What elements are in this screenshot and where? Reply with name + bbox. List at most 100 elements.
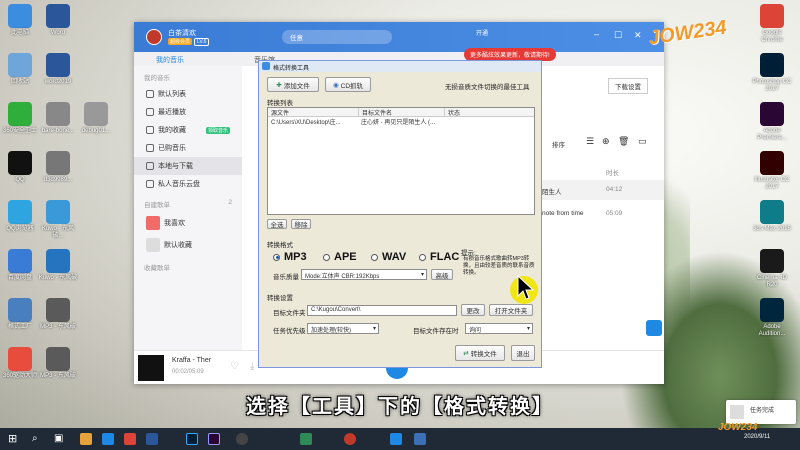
desktop-icon[interactable]: 回收站 — [0, 53, 40, 86]
convert-file-button[interactable]: ⇄ 转换文件 — [455, 345, 505, 361]
sidebar-item-default-list[interactable]: 默认列表 — [134, 85, 242, 103]
sidebar-item-purchased[interactable]: 已购音乐 — [134, 139, 242, 157]
advanced-button[interactable]: 高级 — [431, 269, 453, 280]
desktop-icon[interactable]: bare-bone... — [38, 102, 78, 135]
taskbar: ⊞ ⌕ ▣ 2020/9/11 — [0, 428, 800, 450]
desktop-icon[interactable]: 360驱动大师 — [0, 347, 40, 380]
format-factory-icon[interactable] — [414, 433, 426, 445]
desktop-icon[interactable]: 3ds Max 2015 — [752, 200, 792, 233]
minimize-icon[interactable]: – — [594, 29, 599, 39]
record-icon[interactable] — [344, 433, 356, 445]
search-icon[interactable]: ⌕ — [32, 433, 38, 444]
notification-icon — [730, 405, 744, 419]
premiere-icon[interactable] — [208, 433, 220, 445]
desktop-icon[interactable]: MP3 - 东风破 — [38, 347, 78, 380]
desktop-icon-label: Cinema 4D R20 — [756, 275, 787, 288]
desktop-icon[interactable]: Photoshop CC 2017 — [752, 53, 792, 93]
app-icon[interactable] — [300, 433, 312, 445]
favorites-badge[interactable]: 领取音乐 — [205, 126, 230, 134]
cd-rip-button[interactable]: ◉ CD抓轨 — [325, 77, 371, 92]
format-option-flac[interactable]: FLAC — [419, 251, 459, 263]
kugou-icon[interactable] — [390, 433, 402, 445]
desktop-icon[interactable]: word2019 — [38, 53, 78, 86]
desktop-icon[interactable]: Google Chrome — [752, 4, 792, 44]
desktop-icon[interactable]: 百度网盘 — [0, 249, 40, 282]
convert-list-table[interactable]: 源文件 目标文件名 状态 C:\Users\XU\Desktop\庄... 庄心… — [267, 107, 535, 215]
download-icon[interactable]: ⤓ — [250, 361, 254, 372]
desktop-icon-label: MP3 - 东风破 — [40, 324, 76, 330]
close-icon[interactable]: ✕ — [634, 30, 642, 41]
desktop-icon[interactable]: 360安全卫士 — [0, 102, 40, 135]
like-icon[interactable]: ♡ — [230, 361, 239, 372]
select-all-button[interactable]: 全选 — [267, 219, 287, 229]
add-icon[interactable]: ⊕ — [602, 136, 610, 147]
change-folder-button[interactable]: 更改 — [461, 304, 485, 316]
sidebar-item-favorites[interactable]: 我的收藏 领取音乐 — [134, 121, 242, 139]
avatar[interactable] — [146, 29, 162, 45]
tab-my-music[interactable]: 我的音乐 — [156, 55, 184, 65]
start-icon[interactable]: ⊞ — [8, 432, 17, 445]
quality-select[interactable]: Mode:立体声 CBR:192Kbps ▾ — [301, 269, 427, 280]
format-option-wav[interactable]: WAV — [371, 251, 406, 263]
desktop-icon[interactable]: Illustrator CC 2017 — [752, 151, 792, 191]
album-cover[interactable] — [138, 355, 164, 381]
sidebar-item-cloud[interactable]: 私人音乐云盘 — [134, 175, 242, 193]
app-icon — [760, 53, 784, 77]
cinema4d-icon[interactable] — [236, 433, 248, 445]
desktop-icon[interactable]: debug01... — [76, 102, 116, 135]
sidebar-item-recent[interactable]: 最近播放 — [134, 103, 242, 121]
task-view-icon[interactable]: ▣ — [54, 433, 63, 444]
desktop-icon[interactable]: QQ浏览器 — [0, 200, 40, 233]
app-icon — [46, 151, 70, 175]
desktop-icon[interactable]: 格式工厂 — [0, 298, 40, 331]
target-folder-input[interactable]: C:\Kugou\Convert\ — [307, 305, 457, 316]
chrome-icon[interactable] — [124, 433, 136, 445]
user-name[interactable]: 白茶清欢 — [168, 28, 196, 38]
search-input[interactable]: 任意 — [282, 30, 392, 44]
explorer-icon[interactable] — [80, 433, 92, 445]
add-file-button[interactable]: ✚ 添加文件 — [267, 77, 319, 92]
maximize-icon[interactable]: ☐ — [614, 30, 622, 41]
sidebar-item-default-collect[interactable]: 默认收藏 — [134, 234, 242, 256]
remove-button[interactable]: 移除 — [291, 219, 311, 229]
delete-icon[interactable]: 🗑 — [618, 136, 629, 147]
desktop-icon-label: 360安全卫士 — [2, 128, 37, 134]
desktop-icon[interactable]: Adobe Audition... — [752, 298, 792, 338]
table-row[interactable]: C:\Users\XU\Desktop\庄... 庄心妍 - 再见只是陌生人 (… — [268, 117, 534, 126]
file-exists-select[interactable]: 询问 ▾ — [465, 323, 533, 334]
column-target: 目标文件名 — [358, 108, 444, 117]
notification-popup[interactable]: 任务完成 — [726, 400, 796, 424]
desktop-icon[interactable]: Kuwo - 东风破 — [38, 249, 78, 282]
desktop-icon[interactable]: Kuwo - 东风破... — [38, 200, 78, 240]
priority-select[interactable]: 加速处理(较快) ▾ — [307, 323, 379, 334]
mini-mode-button[interactable] — [646, 320, 662, 336]
desktop-icon[interactable]: Cinema 4D R20 — [752, 249, 792, 289]
format-option-mp3[interactable]: MP3 — [273, 251, 307, 263]
song-row[interactable]: note from time 05:09 — [542, 204, 664, 224]
sort-dropdown[interactable]: 排序 — [552, 139, 565, 149]
desktop-icon-label: Illustrator CC 2017 — [754, 177, 790, 190]
desktop-icon[interactable]: d3d9989... — [38, 151, 78, 184]
sidebar-item-local-download[interactable]: 本地与下载 — [134, 157, 242, 175]
taskbar-date[interactable]: 2020/9/11 — [744, 434, 770, 440]
folder-icon[interactable]: ▭ — [638, 136, 647, 147]
list-view-icon[interactable]: ☰ — [586, 136, 594, 147]
edge-icon[interactable] — [102, 433, 114, 445]
sidebar-item-i-like[interactable]: 我喜欢 — [134, 212, 242, 234]
desktop-icon[interactable]: MP3 - 东风破 — [38, 298, 78, 331]
desktop-icon[interactable]: Word — [38, 4, 78, 37]
download-settings-button[interactable]: 下载设置 — [608, 78, 648, 94]
sidebar: 我的音乐 默认列表 最近播放 我的收藏 领取音乐 已购音乐 本地与下载 私人音乐云… — [134, 66, 242, 382]
desktop-icon-label: 3ds Max 2015 — [753, 226, 791, 232]
word-icon[interactable] — [146, 433, 158, 445]
desktop-icon[interactable]: 此电脑 — [0, 4, 40, 37]
exit-button[interactable]: 退出 — [511, 345, 535, 361]
photoshop-icon[interactable] — [186, 433, 198, 445]
top-link[interactable]: 开通 — [476, 28, 488, 37]
desktop-icon[interactable]: Adobe Premiere... — [752, 102, 792, 142]
format-option-ape[interactable]: APE — [323, 251, 357, 263]
app-icon — [8, 249, 32, 273]
desktop-icon[interactable]: QQ — [0, 151, 40, 184]
song-row[interactable]: 陌生人 04:12 — [542, 180, 664, 200]
desktop-icon-label: Kuwo - 东风破 — [38, 275, 78, 281]
